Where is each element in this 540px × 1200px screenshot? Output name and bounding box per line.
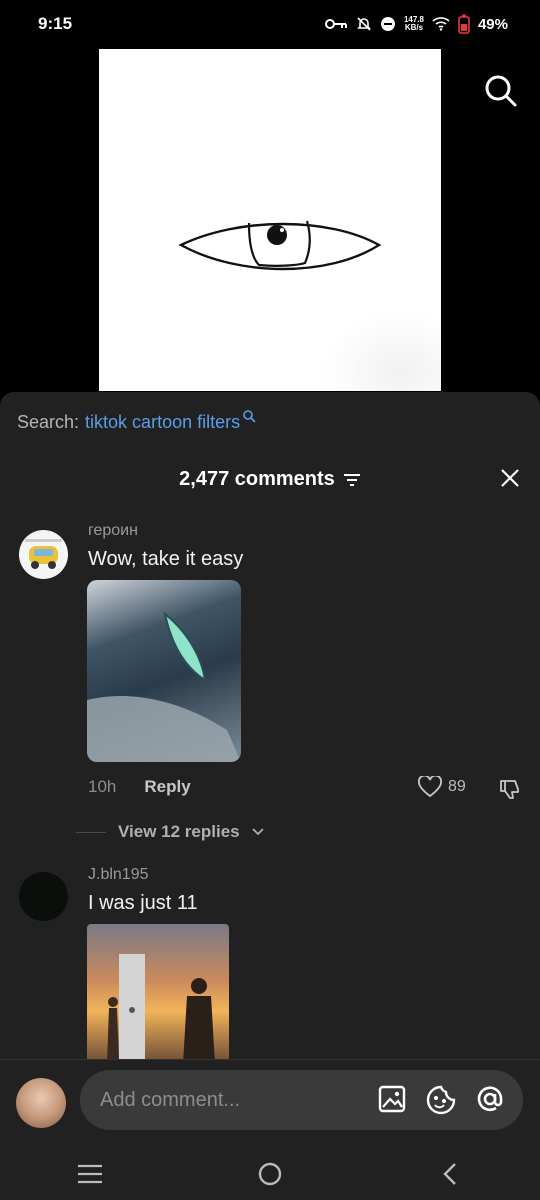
battery-level: 49%: [477, 15, 508, 33]
search-suggestion[interactable]: Search: tiktok cartoon filters: [17, 410, 256, 433]
mention-icon[interactable]: [475, 1084, 505, 1114]
net-speed: 147.8 KB/s: [403, 15, 424, 32]
comment-text: I was just 11: [88, 892, 198, 914]
view-replies-button[interactable]: View 12 replies: [76, 822, 264, 842]
chevron-down-icon: [251, 828, 264, 836]
status-icons: 147.8 KB/s 49%: [324, 14, 508, 34]
close-icon: [501, 469, 519, 487]
wifi-icon: [432, 17, 450, 31]
search-label: Search:: [17, 412, 80, 432]
thumbs-down-icon: [500, 780, 519, 799]
clock: 9:15: [38, 14, 73, 33]
heart-icon: [418, 776, 442, 798]
close-button[interactable]: [500, 468, 520, 488]
sort-icon[interactable]: [343, 473, 361, 487]
comment-username[interactable]: J.bln195: [88, 866, 149, 884]
status-bar: 9:15 147.8 KB/s 49%: [0, 0, 540, 48]
avatar[interactable]: [19, 872, 68, 921]
emoji-sticker-icon[interactable]: [425, 1084, 457, 1116]
my-avatar[interactable]: [16, 1078, 66, 1128]
avatar[interactable]: [19, 530, 68, 579]
battery-icon: [458, 14, 470, 34]
comments-count: 2,477 comments: [179, 468, 335, 490]
search-button[interactable]: [484, 74, 518, 108]
comment-text: Wow, take it easy: [88, 548, 244, 570]
comment-item: героин Wow, take it easy 10h Reply 89 Vi…: [0, 522, 540, 852]
back-button[interactable]: [430, 1154, 470, 1194]
comment-input-placeholder: Add comment...: [100, 1088, 241, 1111]
home-button[interactable]: [250, 1154, 290, 1194]
comments-header: 2,477 comments: [0, 468, 540, 491]
composer-icons: [377, 1084, 505, 1116]
search-query-link[interactable]: tiktok cartoon filters: [85, 412, 240, 433]
comment-input[interactable]: Add comment...: [80, 1070, 523, 1130]
comment-meta: 10h Reply: [88, 777, 191, 797]
leaf-shape: [87, 611, 241, 762]
comment-time: 10h: [88, 777, 117, 796]
comment-username[interactable]: героин: [88, 522, 138, 540]
home-circle-icon: [258, 1162, 282, 1185]
back-chevron-icon: [443, 1162, 456, 1185]
comment-image[interactable]: [87, 580, 241, 762]
search-icon: [243, 410, 256, 423]
comment-composer: Add comment...: [0, 1059, 540, 1148]
view-replies-label: View 12 replies: [118, 822, 240, 841]
like-count: 89: [448, 778, 466, 795]
video-frame[interactable]: [99, 49, 441, 391]
recent-apps-button[interactable]: [70, 1154, 110, 1194]
dislike-button[interactable]: [498, 777, 522, 806]
comment-image[interactable]: [87, 924, 229, 1064]
like-button[interactable]: 89: [418, 776, 466, 798]
comments-sheet: Search: tiktok cartoon filters 2,477 com…: [0, 392, 540, 1200]
bell-off-icon: [357, 17, 371, 31]
image-icon[interactable]: [377, 1084, 407, 1114]
reply-button[interactable]: Reply: [144, 777, 190, 797]
key-icon: [324, 19, 347, 29]
eye-drawing: [178, 220, 382, 271]
do-not-disturb-icon: [380, 17, 395, 31]
menu-icon: [78, 1164, 102, 1183]
car-avatar-image: [25, 539, 62, 569]
search-icon: [485, 75, 517, 107]
divider-line: [76, 831, 106, 833]
comment-item: J.bln195 I was just 11: [0, 866, 540, 1066]
couple-silhouette: [107, 954, 215, 1064]
system-nav-bar: [0, 1147, 540, 1200]
